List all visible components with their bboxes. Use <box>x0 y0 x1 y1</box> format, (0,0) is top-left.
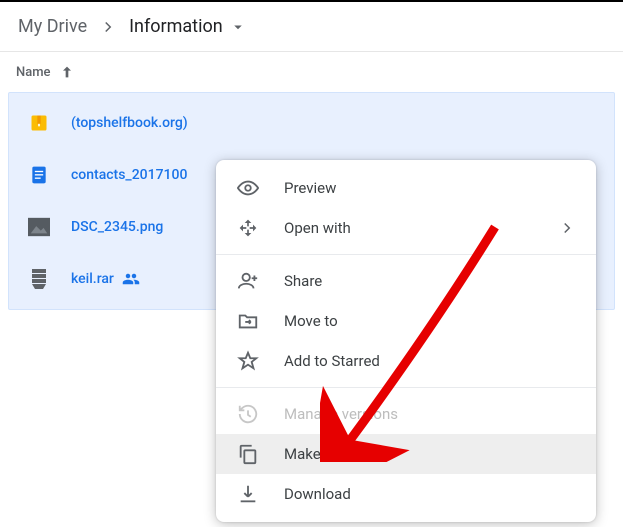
person-add-icon <box>236 269 260 293</box>
chevron-right-icon <box>558 219 576 237</box>
breadcrumb-current[interactable]: Information <box>127 12 249 41</box>
menu-label: Add to Starred <box>284 352 576 370</box>
caret-down-icon <box>229 18 247 36</box>
download-icon <box>236 482 260 506</box>
history-icon <box>236 402 260 426</box>
file-row[interactable]: (topshelfbook.org) <box>9 97 614 149</box>
menu-label: Share <box>284 272 576 290</box>
menu-label: Open with <box>284 219 558 237</box>
menu-item-share[interactable]: Share <box>216 261 596 301</box>
menu-label: Download <box>284 485 576 503</box>
sort-asc-icon <box>59 64 75 80</box>
chevron-right-icon <box>99 18 117 36</box>
file-name: contacts_2017100 <box>71 167 187 183</box>
menu-item-manage-versions: Manage versions <box>216 394 596 434</box>
file-name: keil.rar <box>71 271 114 287</box>
zip-file-icon <box>27 111 51 135</box>
menu-item-move-to[interactable]: Move to <box>216 301 596 341</box>
menu-item-make-copy[interactable]: Make a copy <box>216 434 596 474</box>
folder-move-icon <box>236 309 260 333</box>
context-menu: Preview Open with Share Move to Add to S… <box>216 160 596 522</box>
menu-label: Preview <box>284 179 576 197</box>
shared-icon <box>122 270 140 288</box>
copy-icon <box>236 442 260 466</box>
breadcrumb-root[interactable]: My Drive <box>16 12 89 41</box>
file-name: (topshelfbook.org) <box>71 115 188 131</box>
doc-file-icon <box>27 163 51 187</box>
menu-label: Manage versions <box>284 405 576 423</box>
image-file-icon <box>27 215 51 239</box>
file-name: DSC_2345.png <box>71 219 163 235</box>
breadcrumb: My Drive Information <box>0 2 623 52</box>
menu-separator <box>216 254 596 255</box>
rar-file-icon <box>27 267 51 291</box>
menu-label: Move to <box>284 312 576 330</box>
star-icon <box>236 349 260 373</box>
open-with-icon <box>236 216 260 240</box>
menu-separator <box>216 387 596 388</box>
column-header-name: Name <box>16 65 51 80</box>
menu-label: Make a copy <box>284 445 576 463</box>
menu-item-open-with[interactable]: Open with <box>216 208 596 248</box>
breadcrumb-current-label: Information <box>129 16 223 37</box>
eye-icon <box>236 176 260 200</box>
menu-item-add-starred[interactable]: Add to Starred <box>216 341 596 381</box>
menu-item-download[interactable]: Download <box>216 474 596 514</box>
column-header[interactable]: Name <box>0 52 623 92</box>
menu-item-preview[interactable]: Preview <box>216 168 596 208</box>
